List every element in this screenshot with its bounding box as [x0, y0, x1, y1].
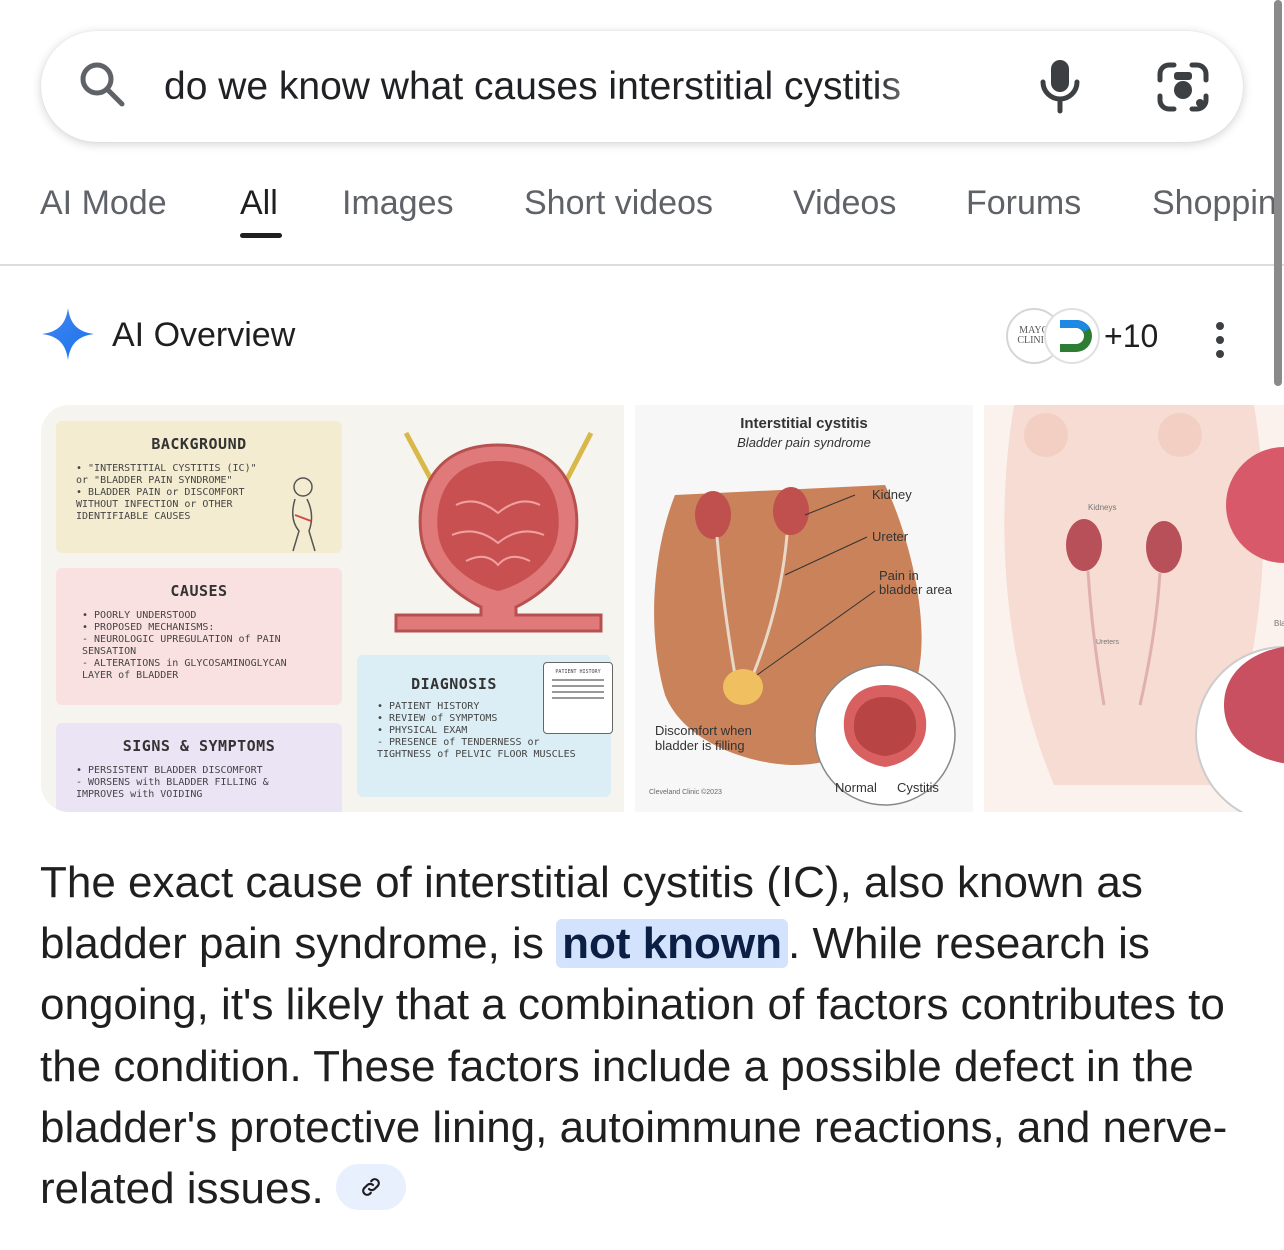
source-link-chip[interactable] — [335, 1164, 406, 1211]
tab-short-videos[interactable]: Short videos — [524, 182, 713, 224]
search-input[interactable]: do we know what causes interstitial cyst… — [164, 62, 954, 112]
diagram-title: Interstitial cystitis — [740, 415, 868, 432]
urinary-tract-illustration — [654, 485, 956, 806]
label-ureters: Ureters — [1096, 639, 1119, 646]
label-bladder: Bladd — [1274, 619, 1284, 628]
label-ureter: Ureter — [872, 529, 909, 544]
ai-overview-answer: The exact cause of interstitial cystitis… — [40, 852, 1240, 1219]
tab-forums[interactable]: Forums — [966, 182, 1081, 224]
tab-all[interactable]: All — [240, 182, 278, 224]
scrollbar[interactable] — [1274, 0, 1282, 386]
torso-illustration — [1004, 405, 1284, 812]
label-cystitis: Cystitis — [897, 780, 939, 795]
image-credit: Cleveland Clinic ©2023 — [649, 789, 722, 796]
background-body: • "INTERSTITIAL CYSTITIS (IC)" or "BLADD… — [76, 463, 257, 522]
background-title: BACKGROUND — [151, 435, 247, 453]
bladder-illustration — [394, 431, 603, 633]
more-options-icon[interactable] — [1210, 320, 1230, 360]
cleveland-clinic-logo-icon[interactable] — [1044, 308, 1100, 364]
link-icon — [361, 1178, 380, 1197]
label-pain: Pain in bladder area — [879, 568, 952, 597]
clipboard-icon: PATIENT HISTORY — [543, 662, 613, 734]
tab-ai-mode[interactable]: AI Mode — [40, 182, 167, 224]
gemini-sparkle-icon — [42, 308, 94, 360]
signs-panel: SIGNS & SYMPTOMS • PERSISTENT BLADDER DI… — [56, 723, 342, 812]
diagram-subtitle: Bladder pain syndrome — [737, 435, 871, 450]
active-tab-indicator — [240, 233, 282, 238]
answer-highlight[interactable]: not known — [556, 919, 789, 969]
ai-overview-header: AI Overview MAYO CLINIC +10 — [40, 306, 1260, 366]
person-figure-icon — [292, 477, 316, 552]
image-anatomy-illustration[interactable]: Kidneys Ureters Bladd — [984, 405, 1284, 812]
search-icon[interactable] — [78, 60, 126, 108]
label-kidneys: Kidneys — [1088, 503, 1117, 512]
label-kidney: Kidney — [872, 487, 912, 502]
clipboard-label: PATIENT HISTORY — [555, 669, 601, 675]
causes-title: CAUSES — [170, 582, 228, 600]
source-avatars[interactable]: MAYO CLINIC — [1006, 308, 1106, 364]
image-ic-infographic[interactable]: BACKGROUND • "INTERSTITIAL CYSTITIS (IC)… — [41, 405, 624, 812]
search-tabs: AI Mode All Images Short videos Videos F… — [0, 170, 1284, 266]
microphone-icon[interactable] — [1038, 58, 1082, 114]
label-discomfort: Discomfort when bladder is filling — [655, 723, 752, 753]
label-normal: Normal — [835, 780, 877, 795]
tab-images[interactable]: Images — [342, 182, 454, 224]
tab-shopping[interactable]: Shoppin — [1152, 182, 1277, 224]
google-lens-icon[interactable] — [1156, 62, 1210, 112]
image-carousel[interactable]: BACKGROUND • "INTERSTITIAL CYSTITIS (IC)… — [41, 405, 1284, 812]
signs-title: SIGNS & SYMPTOMS — [122, 737, 276, 755]
signs-body: • PERSISTENT BLADDER DISCOMFORT - WORSEN… — [76, 765, 269, 800]
more-sources-count[interactable]: +10 — [1104, 316, 1158, 356]
image-cleveland-diagram[interactable]: Interstitial cystitis Bladder pain syndr… — [635, 405, 973, 812]
tab-videos[interactable]: Videos — [793, 182, 896, 224]
causes-panel: CAUSES • POORLY UNDERSTOOD • PROPOSED ME… — [56, 568, 342, 705]
causes-body: • POORLY UNDERSTOOD • PROPOSED MECHANISM… — [82, 610, 287, 681]
ai-overview-title: AI Overview — [112, 316, 296, 354]
